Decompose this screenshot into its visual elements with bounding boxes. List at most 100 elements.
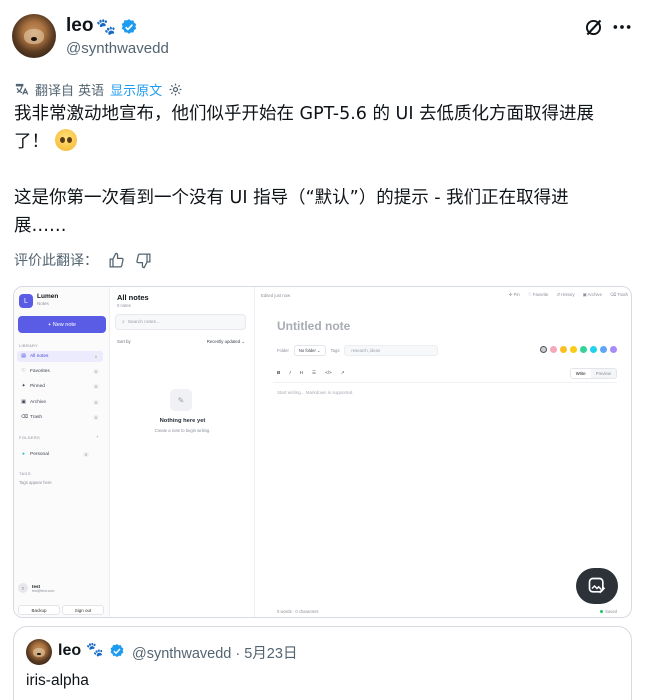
tweet-paragraph1-line1: 我非常激动地宣布，他们似乎开始在 GPT-5.6 的 UI 去低质化方面取得进展: [14, 104, 595, 124]
note-body-input[interactable]: Start writing... Markdown is supported.: [277, 390, 354, 395]
bold-button[interactable]: B: [277, 370, 280, 376]
thumbs-up-icon[interactable]: [108, 252, 125, 269]
app-logo-icon: L: [19, 294, 33, 308]
translation-info: 翻译自 英语 显示原文: [14, 80, 183, 99]
more-options-icon[interactable]: [612, 22, 632, 32]
tweet-paragraph2-line2: 展……: [14, 216, 67, 236]
new-note-button[interactable]: + New note: [18, 316, 106, 333]
trash-icon: ⌫: [21, 415, 28, 420]
sidebar-item-trash[interactable]: ⌫ Trash 0: [17, 412, 103, 423]
author-avatar[interactable]: [12, 14, 56, 58]
note-title-input[interactable]: Untitled note: [277, 319, 350, 333]
folders-section-label: FOLDERS: [19, 435, 40, 440]
tweet-paragraph2-line1: 这是你第一次看到一个没有 UI 指导（“默认”）的提示 - 我们正在取得进: [14, 188, 569, 208]
paw-prints-icon: 🐾: [86, 642, 104, 658]
image-edit-icon: [588, 577, 606, 594]
app-brand-name: Lumen: [37, 293, 59, 300]
folder-dot-icon: ●: [22, 452, 25, 457]
history-icon: ↺: [556, 292, 561, 297]
trash-icon: ⌫: [609, 292, 617, 297]
notes-icon: ▤: [21, 354, 26, 359]
link-button[interactable]: ↗: [341, 370, 345, 376]
tags-label: Tags: [330, 348, 340, 353]
sort-by-label: Sort by: [117, 339, 131, 344]
rate-translation-label: 评价此翻译：: [14, 253, 98, 269]
edit-image-button[interactable]: [576, 568, 618, 604]
heading-button[interactable]: H: [300, 370, 303, 376]
quoted-author-name: leo: [58, 642, 82, 659]
app-sidebar: L Lumen Notes + New note LIBRARY ▤ All no…: [14, 287, 110, 617]
color-swatch[interactable]: [610, 346, 617, 353]
thumbs-down-icon[interactable]: [135, 252, 152, 269]
empty-state-subtitle: Create a note to begin writing.: [154, 428, 211, 433]
note-editor: Edited just now ✣ Pin ♡ Favorite ↺ Histo…: [255, 287, 631, 617]
sort-select[interactable]: Recently updated ⌄: [207, 339, 245, 345]
sidebar-item-pinned[interactable]: ✦ Pinned 0: [17, 381, 103, 392]
color-swatches: [540, 346, 617, 353]
saved-status: Saved: [600, 609, 617, 614]
backup-button[interactable]: Backup: [18, 605, 60, 615]
tags-empty-text: Tags appear here: [19, 480, 52, 485]
author-name[interactable]: leo: [66, 15, 93, 37]
color-swatch[interactable]: [590, 346, 597, 353]
word-count: 0 words · 0 characters: [277, 609, 319, 614]
history-button[interactable]: ↺ History: [556, 292, 574, 298]
code-button[interactable]: </>: [325, 370, 332, 376]
write-preview-tabs: Write Preview: [569, 368, 617, 379]
divider: [273, 382, 617, 383]
note-list-panel: All notes 0 notes ⌕ Search notes... Sort …: [110, 287, 255, 617]
list-button[interactable]: ☰: [312, 370, 316, 376]
trash-button[interactable]: ⌫ Trash: [610, 292, 628, 298]
archive-button[interactable]: ▣ Archive: [583, 292, 602, 298]
library-section-label: LIBRARY: [19, 343, 39, 348]
tweet-paragraph1-line2: 了！: [14, 132, 49, 152]
embedded-app-screenshot[interactable]: L Lumen Notes + New note LIBRARY ▤ All no…: [13, 286, 632, 618]
tags-section-label: TAGS: [19, 471, 31, 476]
note-list-title: All notes: [117, 293, 149, 302]
user-email: test@test.com: [32, 588, 55, 593]
pin-button[interactable]: ✣ Pin: [509, 292, 520, 298]
note-meta-row: Folder No folder ⌄ Tags research, ideas: [277, 345, 439, 356]
sidebar-item-all-notes[interactable]: ▤ All notes 0: [17, 351, 103, 362]
show-original-link[interactable]: 显示原文: [110, 80, 162, 99]
quoted-date: · 5月23日: [235, 646, 298, 662]
verified-badge-icon: [121, 19, 137, 34]
sidebar-folder-personal[interactable]: ● Personal 0: [17, 449, 103, 460]
tweet-body: 我非常激动地宣布，他们似乎开始在 GPT-5.6 的 UI 去低质化方面取得进展…: [14, 100, 634, 240]
sidebar-item-favorites[interactable]: ♡ Favorites 0: [17, 366, 103, 377]
color-swatch[interactable]: [580, 346, 587, 353]
rate-translation-row: 评价此翻译：: [14, 250, 152, 270]
color-swatch[interactable]: [550, 346, 557, 353]
color-swatch[interactable]: [540, 346, 547, 353]
tab-preview[interactable]: Preview: [590, 369, 616, 378]
color-swatch[interactable]: [570, 346, 577, 353]
app-brand-subtitle: Notes: [37, 301, 49, 306]
tab-write[interactable]: Write: [570, 369, 591, 378]
sort-row: Sort by Recently updated ⌄: [117, 339, 245, 345]
color-swatch[interactable]: [560, 346, 567, 353]
search-notes-input[interactable]: ⌕ Search notes...: [115, 314, 246, 330]
search-icon: ⌕: [122, 320, 125, 325]
favorite-button[interactable]: ♡ Favorite: [528, 292, 549, 298]
sign-out-button[interactable]: Sign out: [62, 605, 104, 615]
author-handle[interactable]: @synthwavedd: [66, 40, 169, 57]
formatting-toolbar: B I H ☰ </> ↗: [277, 370, 345, 376]
quoted-author-avatar: [26, 639, 52, 665]
color-swatch[interactable]: [600, 346, 607, 353]
user-account[interactable]: T test test@test.com: [18, 583, 54, 593]
note-count: 0 notes: [117, 303, 131, 308]
archive-icon: ▣: [582, 292, 587, 297]
archive-icon: ▣: [21, 400, 26, 405]
chevron-down-icon: ⌄: [241, 339, 245, 344]
quoted-tweet[interactable]: leo 🐾 @synthwavedd · 5月23日 iris-alpha: [13, 626, 632, 700]
grok-icon[interactable]: [583, 17, 604, 38]
italic-button[interactable]: I: [289, 370, 290, 376]
editor-actions: ✣ Pin ♡ Favorite ↺ History ▣ Archive ⌫ T…: [509, 292, 628, 298]
pencil-icon: ✎: [170, 389, 192, 411]
add-folder-button[interactable]: +: [96, 434, 99, 439]
empty-state-title: Nothing here yet: [159, 418, 206, 424]
folder-select[interactable]: No folder ⌄: [293, 345, 326, 356]
settings-gear-icon[interactable]: [168, 82, 183, 97]
tags-input[interactable]: research, ideas: [344, 345, 439, 356]
sidebar-item-archive[interactable]: ▣ Archive 0: [17, 397, 103, 408]
